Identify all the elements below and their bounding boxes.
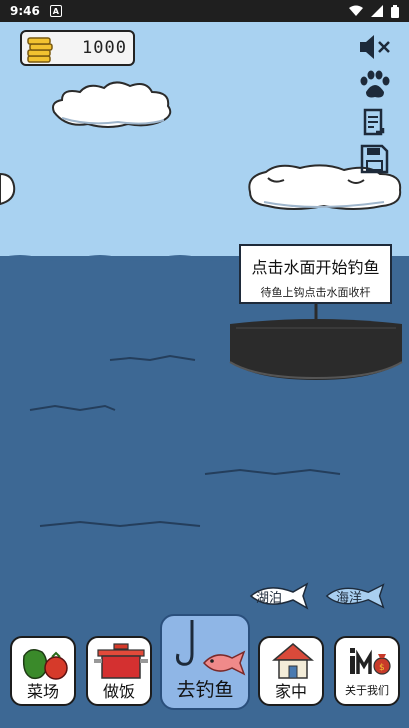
- save-icon[interactable]: [356, 144, 392, 174]
- wifi-icon: [349, 5, 363, 16]
- nav-home-label: 家中: [274, 682, 307, 701]
- nav-cooking-label: 做饭: [102, 682, 135, 701]
- fishing-tooltip: 点击水面开始钓鱼 待鱼上钩点击水面收杆: [239, 244, 392, 304]
- sound-off-icon[interactable]: [356, 32, 392, 62]
- cloud-left: [52, 81, 172, 128]
- status-bar: 9:46 A: [0, 0, 409, 22]
- fish-icon: [202, 650, 246, 676]
- nav-home[interactable]: 家中: [258, 636, 324, 706]
- paw-icon[interactable]: [356, 70, 392, 100]
- notes-icon[interactable]: [356, 108, 392, 138]
- tooltip-subtitle: 待鱼上钩点击水面收杆: [260, 286, 371, 299]
- nav-vegetable-market[interactable]: 菜场: [10, 636, 76, 706]
- battery-icon: [391, 4, 399, 18]
- status-time: 9:46: [10, 4, 40, 18]
- cooking-pot-icon: [94, 643, 148, 679]
- status-icons: [349, 4, 399, 18]
- lake-tag-label: 湖泊: [256, 591, 283, 606]
- vegetables-icon: [22, 649, 68, 680]
- nav-fishing-label: 去钓鱼: [176, 679, 234, 701]
- nav-go-fishing[interactable]: 去钓鱼: [160, 614, 250, 710]
- fishing-boat[interactable]: [226, 298, 406, 384]
- signal-icon: [371, 5, 383, 17]
- house-icon: [272, 643, 314, 679]
- tooltip-title: 点击水面开始钓鱼: [251, 258, 380, 277]
- nav-vegetable-label: 菜场: [26, 682, 59, 701]
- svg-text:$: $: [379, 663, 385, 673]
- coin-stack-icon: [27, 37, 53, 63]
- cloud-edge: [0, 172, 16, 206]
- about-icon: $: [350, 648, 391, 675]
- coin-panel: 1000: [20, 30, 135, 66]
- coin-amount: 1000: [82, 38, 127, 58]
- nav-about-us[interactable]: $ 关于我们: [334, 636, 400, 706]
- nav-about-label: 关于我们: [345, 684, 389, 697]
- ocean-tag-label: 海洋: [336, 591, 363, 606]
- nav-cooking[interactable]: 做饭: [86, 636, 152, 706]
- notification-icon: A: [49, 5, 62, 17]
